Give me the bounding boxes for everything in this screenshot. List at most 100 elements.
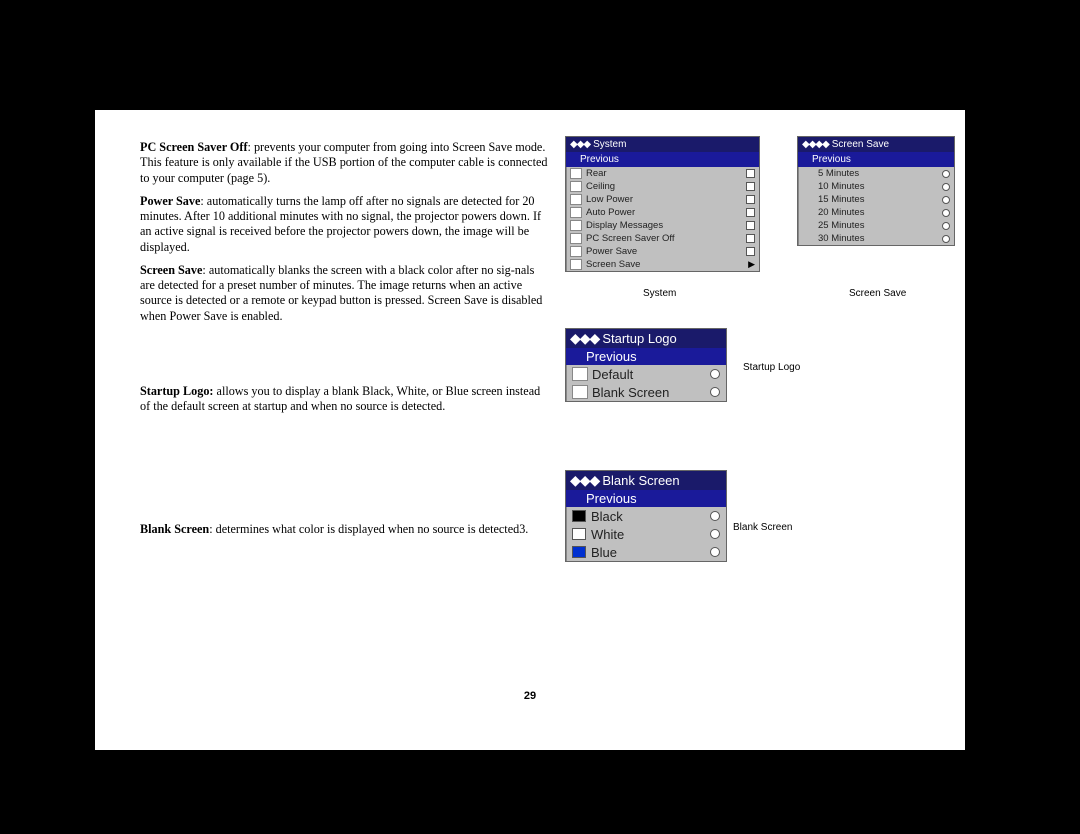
para-power-save: Power Save: automatically turns the lamp…	[140, 194, 550, 255]
menu-item[interactable]: 25 Minutes	[798, 219, 954, 232]
item-label: 15 Minutes	[818, 194, 942, 205]
item-label: 30 Minutes	[818, 233, 942, 244]
menu-title-text: Startup Logo	[602, 331, 676, 346]
menu-item[interactable]: White	[566, 525, 726, 543]
item-label: Rear	[586, 168, 746, 179]
menu-blank: ◆◆◆ Blank Screen Previous Black White Blue	[565, 470, 727, 562]
item-icon	[570, 194, 582, 205]
menu-item[interactable]: Blue	[566, 543, 726, 561]
radio[interactable]	[710, 529, 720, 539]
item-label: Default	[592, 367, 710, 382]
diamond-icon: ◆◆◆	[570, 139, 590, 150]
item-icon	[570, 181, 582, 192]
color-swatch	[572, 510, 586, 522]
caption-blank: Blank Screen	[733, 522, 792, 533]
menu-system: ◆◆◆ System Previous Rear Ceiling Low Power…	[565, 136, 760, 272]
menu-previous[interactable]: Previous	[566, 152, 759, 167]
item-label: PC Screen Saver Off	[586, 233, 746, 244]
menu-title-text: System	[593, 139, 626, 150]
radio[interactable]	[942, 183, 950, 191]
menu-previous[interactable]: Previous	[566, 348, 726, 365]
text-column: PC Screen Saver Off: prevents your compu…	[140, 140, 550, 546]
menu-item[interactable]: Rear	[566, 167, 759, 180]
radio[interactable]	[942, 170, 950, 178]
manual-page: PC Screen Saver Off: prevents your compu…	[95, 110, 965, 750]
menu-item[interactable]: 30 Minutes	[798, 232, 954, 245]
caption-screensave: Screen Save	[849, 288, 906, 299]
checkbox[interactable]	[746, 182, 755, 191]
item-label: Blue	[591, 545, 710, 560]
menu-item[interactable]: Power Save	[566, 245, 759, 258]
diamond-icon: ◆◆◆	[570, 330, 599, 347]
caption-system: System	[643, 288, 676, 299]
para-blank-screen: Blank Screen: determines what color is d…	[140, 522, 550, 537]
item-label: Auto Power	[586, 207, 746, 218]
radio[interactable]	[710, 511, 720, 521]
item-label: White	[591, 527, 710, 542]
menu-title: ◆◆◆ System	[566, 137, 759, 152]
item-label: 20 Minutes	[818, 207, 942, 218]
para-startup-logo: Startup Logo: allows you to display a bl…	[140, 384, 550, 415]
menu-previous[interactable]: Previous	[566, 490, 726, 507]
figure-column: ◆◆◆ System Previous Rear Ceiling Low Power…	[565, 140, 935, 546]
menu-item[interactable]: Default	[566, 365, 726, 383]
menu-item[interactable]: 5 Minutes	[798, 167, 954, 180]
menu-title: ◆◆◆ Blank Screen	[566, 471, 726, 490]
para-pc-screensaver: PC Screen Saver Off: prevents your compu…	[140, 140, 550, 186]
radio[interactable]	[710, 369, 720, 379]
menu-item[interactable]: Low Power	[566, 193, 759, 206]
arrow-icon[interactable]: ▶	[748, 259, 755, 270]
logo-icon	[572, 367, 588, 381]
menu-screensave: ◆◆◆◆ Screen Save Previous 5 Minutes 10 Mi…	[797, 136, 955, 246]
menu-item[interactable]: Blank Screen	[566, 383, 726, 401]
item-label: Black	[591, 509, 710, 524]
diamond-icon: ◆◆◆	[570, 472, 599, 489]
item-label: 10 Minutes	[818, 181, 942, 192]
page-number: 29	[524, 690, 536, 702]
menu-item[interactable]: Black	[566, 507, 726, 525]
checkbox[interactable]	[746, 234, 755, 243]
menu-item[interactable]: 15 Minutes	[798, 193, 954, 206]
menu-item[interactable]: Auto Power	[566, 206, 759, 219]
checkbox[interactable]	[746, 195, 755, 204]
radio[interactable]	[942, 235, 950, 243]
menu-startup: ◆◆◆ Startup Logo Previous Default Blank S…	[565, 328, 727, 402]
item-label: 5 Minutes	[818, 168, 942, 179]
checkbox[interactable]	[746, 169, 755, 178]
item-icon	[570, 233, 582, 244]
color-swatch	[572, 528, 586, 540]
menu-title-text: Blank Screen	[602, 473, 679, 488]
checkbox[interactable]	[746, 221, 755, 230]
menu-item[interactable]: Ceiling	[566, 180, 759, 193]
menu-item[interactable]: Screen Save▶	[566, 258, 759, 271]
item-icon	[570, 259, 582, 270]
radio[interactable]	[710, 387, 720, 397]
menu-item[interactable]: Display Messages	[566, 219, 759, 232]
item-label: Blank Screen	[592, 385, 710, 400]
radio[interactable]	[710, 547, 720, 557]
checkbox[interactable]	[746, 247, 755, 256]
item-label: Ceiling	[586, 181, 746, 192]
item-label: 25 Minutes	[818, 220, 942, 231]
diamond-icon: ◆◆◆◆	[802, 139, 829, 150]
radio[interactable]	[942, 222, 950, 230]
radio[interactable]	[942, 209, 950, 217]
radio[interactable]	[942, 196, 950, 204]
menu-item[interactable]: PC Screen Saver Off	[566, 232, 759, 245]
color-swatch	[572, 546, 586, 558]
menu-title-text: Screen Save	[832, 139, 889, 150]
item-label: Screen Save	[586, 259, 748, 270]
menu-previous[interactable]: Previous	[798, 152, 954, 167]
item-icon	[570, 168, 582, 179]
item-label: Power Save	[586, 246, 746, 257]
checkbox[interactable]	[746, 208, 755, 217]
para-screen-save: Screen Save: automatically blanks the sc…	[140, 263, 550, 324]
menu-title: ◆◆◆◆ Screen Save	[798, 137, 954, 152]
item-icon	[570, 207, 582, 218]
menu-item[interactable]: 20 Minutes	[798, 206, 954, 219]
rect-icon	[572, 385, 588, 399]
caption-startup: Startup Logo	[743, 362, 800, 373]
item-label: Low Power	[586, 194, 746, 205]
item-icon	[570, 220, 582, 231]
menu-item[interactable]: 10 Minutes	[798, 180, 954, 193]
